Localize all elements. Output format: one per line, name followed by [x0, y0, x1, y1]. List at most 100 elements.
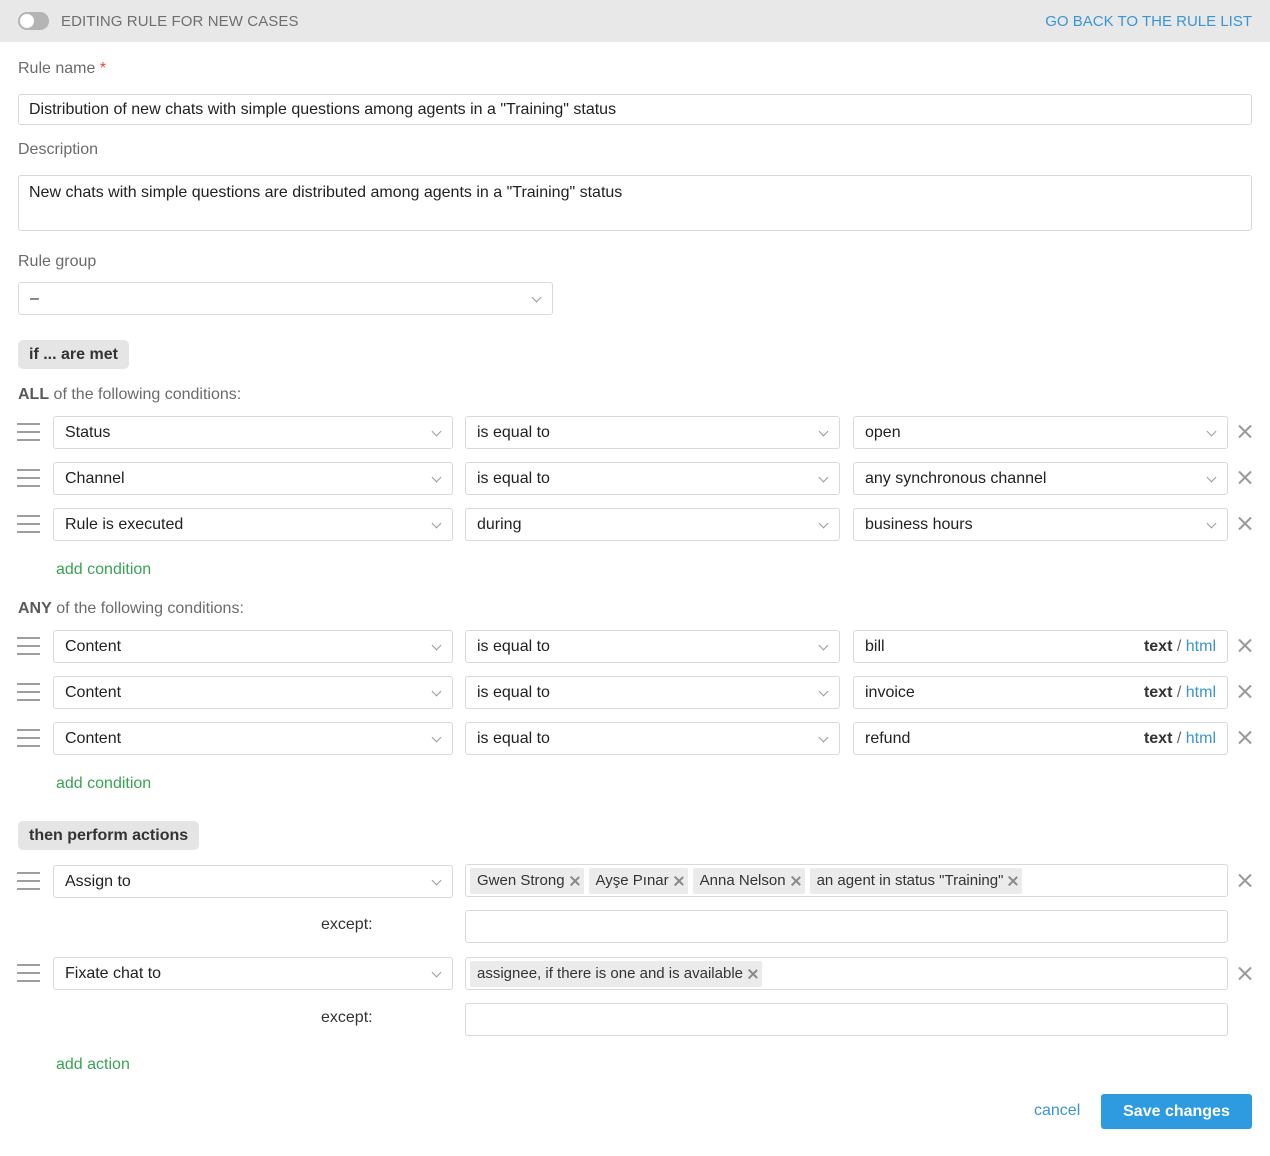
chevron-down-icon [531, 292, 542, 303]
cancel-link[interactable]: cancel [1034, 1102, 1080, 1120]
except-label: except: [321, 1009, 373, 1026]
chevron-down-icon [818, 518, 829, 529]
condition-field-select[interactable]: Content [53, 676, 453, 709]
drag-handle-icon[interactable] [17, 729, 40, 747]
assignee-tag: an agent in status "Training" [809, 868, 1023, 894]
condition-operator-value: is equal to [477, 730, 550, 747]
condition-operator-select[interactable]: is equal to [465, 676, 840, 709]
condition-operator-select[interactable]: is equal to [465, 416, 840, 449]
action-type-select[interactable]: Assign to [53, 865, 453, 898]
chevron-down-icon [1206, 518, 1217, 529]
condition-operator-select[interactable]: is equal to [465, 630, 840, 663]
condition-operator-select[interactable]: during [465, 508, 840, 541]
condition-field-select[interactable]: Rule is executed [53, 508, 453, 541]
remove-condition-icon[interactable] [1238, 516, 1253, 531]
rule-group-select[interactable]: – [18, 282, 553, 315]
action-type-value: Fixate chat to [65, 965, 162, 982]
chevron-down-icon [818, 732, 829, 743]
condition-value: open [865, 424, 901, 441]
add-any-condition-link[interactable]: add condition [56, 775, 151, 793]
condition-value-select[interactable]: business hours [853, 508, 1228, 541]
remove-tag-icon[interactable] [748, 969, 758, 979]
page-title: EDITING RULE FOR NEW CASES [61, 13, 299, 30]
condition-value-select[interactable]: any synchronous channel [853, 462, 1228, 495]
remove-action-icon[interactable] [1238, 966, 1253, 981]
description-label: Description [18, 141, 99, 158]
condition-operator-value: is equal to [477, 638, 550, 655]
actions-header: then perform actions [18, 821, 200, 850]
remove-tag-icon[interactable] [791, 876, 801, 886]
remove-action-icon[interactable] [1238, 873, 1253, 888]
condition-field-value: Content [65, 684, 122, 701]
chevron-down-icon [431, 686, 442, 697]
format-text-option[interactable]: text [1144, 638, 1172, 655]
chevron-down-icon [818, 472, 829, 483]
chevron-down-icon [431, 875, 442, 886]
chevron-down-icon [431, 732, 442, 743]
content-value-input[interactable]: refund text / html [853, 722, 1228, 755]
condition-operator-value: during [477, 516, 522, 533]
save-changes-button[interactable]: Save changes [1101, 1094, 1252, 1129]
all-conditions-suffix: of the following conditions: [49, 386, 242, 403]
chevron-down-icon [818, 426, 829, 437]
rule-name-input[interactable]: Distribution of new chats with simple qu… [18, 94, 1252, 125]
drag-handle-icon[interactable] [17, 872, 40, 890]
remove-condition-icon[interactable] [1238, 470, 1253, 485]
format-separator: / [1176, 684, 1182, 701]
any-keyword: ANY [18, 600, 52, 617]
drag-handle-icon[interactable] [17, 637, 40, 655]
remove-condition-icon[interactable] [1238, 424, 1253, 439]
format-html-option[interactable]: html [1186, 730, 1216, 747]
drag-handle-icon[interactable] [17, 964, 40, 982]
format-text-option[interactable]: text [1144, 684, 1172, 701]
add-all-condition-link[interactable]: add condition [56, 561, 151, 579]
tag-label: assignee, if there is one and is availab… [477, 965, 744, 982]
all-conditions-label: ALL of the following conditions: [18, 386, 241, 404]
fixate-tag-input[interactable]: assignee, if there is one and is availab… [465, 957, 1228, 990]
description-textarea[interactable]: New chats with simple questions are dist… [18, 175, 1252, 231]
rule-active-toggle[interactable] [18, 12, 49, 30]
content-value: bill [865, 638, 885, 655]
action-type-select[interactable]: Fixate chat to [53, 957, 453, 990]
chevron-down-icon [431, 426, 442, 437]
add-action-link[interactable]: add action [56, 1056, 130, 1074]
condition-operator-select[interactable]: is equal to [465, 722, 840, 755]
except-input[interactable] [465, 910, 1228, 943]
back-to-rule-list-link[interactable]: GO BACK TO THE RULE LIST [1045, 13, 1252, 30]
assignee-tag: Anna Nelson [692, 868, 805, 894]
remove-condition-icon[interactable] [1238, 684, 1253, 699]
tag-label: Anna Nelson [699, 872, 786, 889]
chevron-down-icon [431, 518, 442, 529]
drag-handle-icon[interactable] [17, 423, 40, 441]
header-bar: EDITING RULE FOR NEW CASES GO BACK TO TH… [0, 0, 1270, 42]
chevron-down-icon [818, 686, 829, 697]
condition-operator-value: is equal to [477, 684, 550, 701]
except-input[interactable] [465, 1003, 1228, 1036]
remove-tag-icon[interactable] [570, 876, 580, 886]
format-separator: / [1176, 730, 1182, 747]
condition-field-select[interactable]: Channel [53, 462, 453, 495]
remove-tag-icon[interactable] [1008, 876, 1018, 886]
format-html-option[interactable]: html [1186, 684, 1216, 701]
rule-group-value: – [30, 290, 39, 307]
remove-condition-icon[interactable] [1238, 638, 1253, 653]
content-value-input[interactable]: bill text / html [853, 630, 1228, 663]
remove-condition-icon[interactable] [1238, 730, 1253, 745]
condition-field-select[interactable]: Status [53, 416, 453, 449]
all-keyword: ALL [18, 386, 50, 403]
drag-handle-icon[interactable] [17, 469, 40, 487]
format-html-option[interactable]: html [1186, 638, 1216, 655]
drag-handle-icon[interactable] [17, 515, 40, 533]
drag-handle-icon[interactable] [17, 683, 40, 701]
chevron-down-icon [431, 967, 442, 978]
condition-operator-select[interactable]: is equal to [465, 462, 840, 495]
condition-field-select[interactable]: Content [53, 630, 453, 663]
content-value-input[interactable]: invoice text / html [853, 676, 1228, 709]
condition-value-select[interactable]: open [853, 416, 1228, 449]
chevron-down-icon [818, 640, 829, 651]
condition-field-select[interactable]: Content [53, 722, 453, 755]
remove-tag-icon[interactable] [674, 876, 684, 886]
required-asterisk: * [99, 60, 107, 77]
format-text-option[interactable]: text [1144, 730, 1172, 747]
assignee-tag-input[interactable]: Gwen Strong Ayşe Pınar Anna Nelson an agent… [465, 864, 1228, 897]
